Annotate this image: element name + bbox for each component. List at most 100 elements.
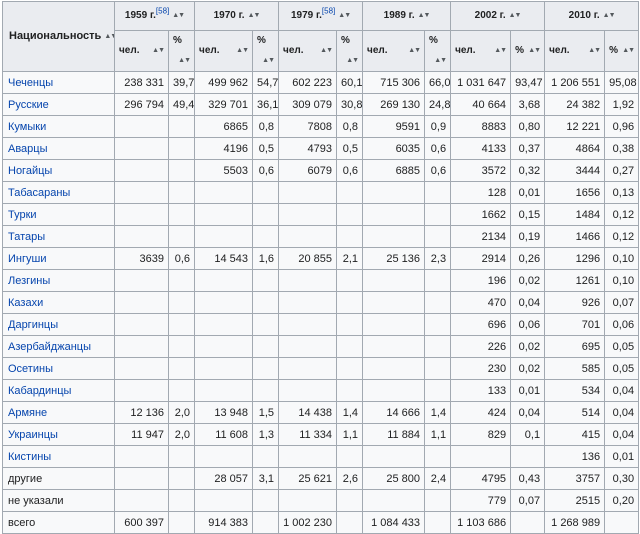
count-cell: 20 855 — [278, 247, 338, 270]
count-cell: 1 002 230 — [278, 511, 338, 534]
count-cell: 1296 — [544, 247, 606, 270]
count-cell: 14 543 — [194, 247, 254, 270]
percent-column-header[interactable]: % ▲▼ — [336, 30, 364, 72]
count-cell: 25 136 — [362, 247, 426, 270]
year-column-header[interactable]: 2010 г. ▲▼ — [544, 1, 640, 31]
percent-cell: 49,4 — [167, 93, 196, 116]
percent-cell: 0,6 — [424, 159, 452, 182]
sort-icon[interactable]: ▲▼ — [408, 41, 421, 61]
percent-cell: 30,8 — [336, 93, 364, 116]
count-cell — [362, 291, 426, 314]
count-column-header[interactable]: чел. ▲▼ — [278, 30, 338, 72]
count-cell — [114, 357, 169, 380]
sort-icon[interactable]: ▲▼ — [152, 41, 165, 61]
count-cell — [114, 225, 169, 248]
percent-cell — [167, 445, 196, 468]
count-column-header[interactable]: чел. ▲▼ — [194, 30, 254, 72]
year-column-header[interactable]: 1959 г.[58] ▲▼ — [113, 1, 196, 31]
percent-column-header[interactable]: % ▲▼ — [424, 30, 452, 72]
year-column-header[interactable]: 1979 г.[58] ▲▼ — [278, 1, 364, 31]
count-column-header[interactable]: чел. ▲▼ — [114, 30, 169, 72]
sort-icon[interactable]: ▲▼ — [104, 33, 113, 40]
sort-icon[interactable]: ▲▼ — [248, 12, 261, 19]
percent-cell: 3,1 — [252, 467, 280, 490]
count-cell — [194, 489, 254, 512]
reference-link[interactable]: [58] — [322, 7, 335, 16]
reference-link[interactable]: [58] — [156, 7, 169, 16]
year-column-header[interactable]: 2002 г. ▲▼ — [450, 1, 546, 31]
nationality-link[interactable]: Турки — [2, 203, 115, 226]
percent-cell: 2,4 — [424, 467, 452, 490]
nationality-link[interactable]: Даргинцы — [2, 313, 115, 336]
count-cell — [114, 445, 169, 468]
nationality-link[interactable]: Кабардинцы — [2, 379, 115, 402]
count-cell: 128 — [450, 181, 512, 204]
sort-icon[interactable]: ▲▼ — [172, 12, 185, 19]
sort-icon[interactable]: ▲▼ — [262, 51, 275, 71]
percent-cell: 0,26 — [510, 247, 546, 270]
nationality-link[interactable]: Осетины — [2, 357, 115, 380]
percent-cell: 0,13 — [604, 181, 640, 204]
sort-icon[interactable]: ▲▼ — [509, 12, 522, 19]
count-cell: 602 223 — [278, 71, 338, 94]
sort-icon[interactable]: ▲▼ — [603, 12, 616, 19]
nationality-link[interactable]: Украинцы — [2, 423, 115, 446]
sort-icon[interactable]: ▲▼ — [236, 41, 249, 61]
count-column-header[interactable]: чел. ▲▼ — [544, 30, 606, 72]
sort-icon[interactable]: ▲▼ — [338, 12, 351, 19]
count-cell: 6865 — [194, 115, 254, 138]
nationality-link[interactable]: Татары — [2, 225, 115, 248]
count-cell — [362, 357, 426, 380]
count-column-header[interactable]: чел. ▲▼ — [450, 30, 512, 72]
sort-icon[interactable]: ▲▼ — [434, 51, 447, 71]
nationality-link[interactable]: Табасараны — [2, 181, 115, 204]
sort-icon[interactable]: ▲▼ — [178, 51, 191, 71]
sort-icon[interactable]: ▲▼ — [320, 41, 333, 61]
percent-column-header[interactable]: % ▲▼ — [167, 30, 196, 72]
nationality-link[interactable]: Армяне — [2, 401, 115, 424]
percent-column-header[interactable]: % ▲▼ — [510, 30, 546, 72]
count-cell: 24 382 — [544, 93, 606, 116]
percent-cell: 0,80 — [510, 115, 546, 138]
year-column-header[interactable]: 1989 г. ▲▼ — [362, 1, 452, 31]
sort-icon[interactable]: ▲▼ — [528, 41, 541, 61]
nationality-link[interactable]: Кумыки — [2, 115, 115, 138]
percent-cell — [424, 291, 452, 314]
percent-column-header[interactable]: % ▲▼ — [604, 30, 640, 72]
percent-cell: 39,7 — [167, 71, 196, 94]
sort-icon[interactable]: ▲▼ — [622, 41, 635, 61]
count-cell — [114, 269, 169, 292]
nationality-link[interactable]: Русские — [2, 93, 115, 116]
percent-cell — [336, 335, 364, 358]
nationality-link[interactable]: Аварцы — [2, 137, 115, 160]
percent-cell: 0,01 — [510, 181, 546, 204]
sort-icon[interactable]: ▲▼ — [418, 12, 431, 19]
table-row: Табасараны 128 0,01 1656 0,13 — [2, 181, 640, 204]
percent-cell: 0,9 — [424, 115, 452, 138]
count-cell: 13 948 — [194, 401, 254, 424]
nationality-link[interactable]: Кистины — [2, 445, 115, 468]
count-cell — [278, 379, 338, 402]
nationality-link[interactable]: Азербайджанцы — [2, 335, 115, 358]
sort-icon[interactable]: ▲▼ — [494, 41, 507, 61]
percent-cell: 24,8 — [424, 93, 452, 116]
nationality-link[interactable]: Ингуши — [2, 247, 115, 270]
count-cell: 6885 — [362, 159, 426, 182]
percent-column-header[interactable]: % ▲▼ — [252, 30, 280, 72]
nationality-link[interactable]: Лезгины — [2, 269, 115, 292]
count-cell: 136 — [544, 445, 606, 468]
percent-cell — [252, 269, 280, 292]
nationality-link[interactable]: Ногайцы — [2, 159, 115, 182]
count-cell — [114, 335, 169, 358]
nationality-column-header[interactable]: Национальность▲▼ — [2, 1, 115, 72]
sort-icon[interactable]: ▲▼ — [588, 41, 601, 61]
sort-icon[interactable]: ▲▼ — [346, 51, 359, 71]
count-cell — [278, 181, 338, 204]
nationality-link[interactable]: Казахи — [2, 291, 115, 314]
count-cell: 424 — [450, 401, 512, 424]
nationality-link[interactable]: Чеченцы — [2, 71, 115, 94]
count-cell: 696 — [450, 313, 512, 336]
year-column-header[interactable]: 1970 г. ▲▼ — [194, 1, 280, 31]
count-column-header[interactable]: чел. ▲▼ — [362, 30, 426, 72]
count-cell: 6035 — [362, 137, 426, 160]
